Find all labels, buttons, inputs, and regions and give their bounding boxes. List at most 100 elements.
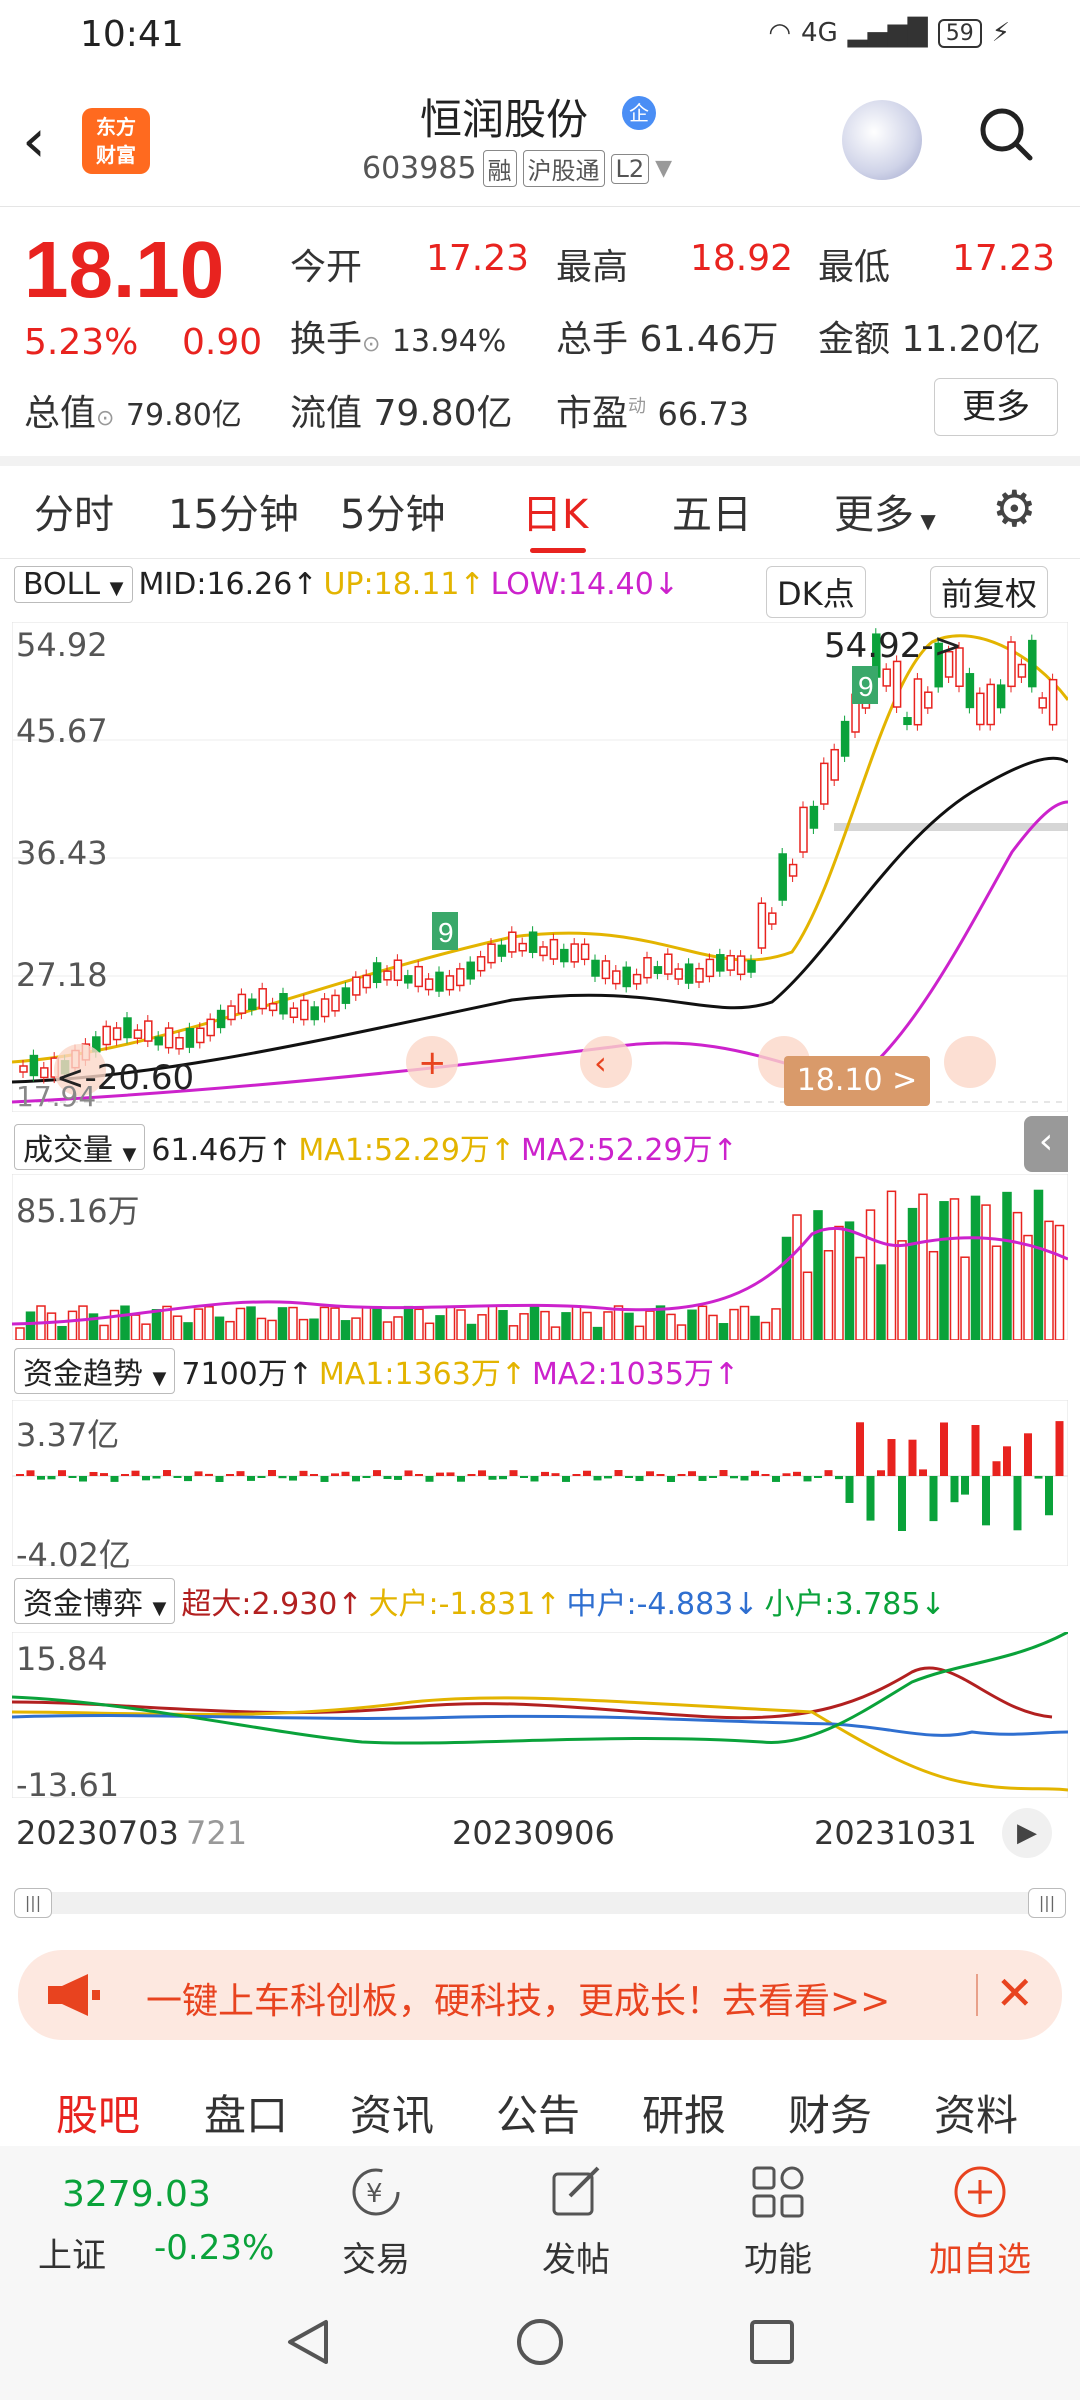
candle-body [112, 1027, 122, 1041]
volume-bar [834, 1225, 844, 1340]
fund-trend-chart [12, 1400, 1068, 1566]
float-cap: 流值 79.80亿 [290, 384, 513, 436]
adjust-mode-toggle[interactable]: 前复权 [930, 566, 1049, 618]
fund-trend-bar [236, 1471, 245, 1476]
tab-finance[interactable]: 财务 [788, 2082, 872, 2143]
fund-trend-bar [593, 1476, 602, 1481]
promo-banner[interactable]: 一键上车科创板，硬科技，更成长！去看看>> ✕ [18, 1950, 1062, 2040]
fund-trend-bar [278, 1476, 287, 1479]
volume-bar [193, 1308, 204, 1340]
fund-trend-bar [184, 1476, 192, 1482]
boll-selector[interactable]: BOLL ▼ [14, 566, 133, 603]
tab-daily-k[interactable]: 日K [522, 482, 588, 540]
candle-body [518, 942, 527, 952]
trade-icon[interactable]: ¥ [346, 2162, 406, 2222]
add-watchlist-label[interactable]: 加自选 [920, 2232, 1040, 2281]
volume-selector[interactable]: 成交量 ▼ [14, 1124, 146, 1170]
tab-profile[interactable]: 资料 [934, 2082, 1018, 2143]
candle-body [757, 902, 767, 949]
post-icon[interactable] [546, 2162, 606, 2222]
tab-forum[interactable]: 股吧 [56, 2082, 140, 2143]
kline-axis-y2: 45.67 [16, 712, 108, 750]
volume-bar [46, 1312, 57, 1340]
candle-body [476, 956, 486, 972]
dk-point-toggle[interactable]: DK点 [766, 566, 866, 618]
volume-bar [907, 1207, 918, 1340]
close-icon[interactable]: ✕ [995, 1966, 1034, 2020]
volume-bar [351, 1317, 361, 1340]
high-label: 最高 [556, 247, 629, 288]
assistant-robot-avatar[interactable] [842, 100, 922, 180]
fund-trend-bar [583, 1470, 591, 1476]
fund-trend-bar [100, 1473, 108, 1476]
fund-trend-bar [331, 1473, 339, 1476]
enterprise-badge: 企 [622, 96, 656, 130]
features-label[interactable]: 功能 [718, 2232, 838, 2281]
fund-trend-bar [898, 1476, 906, 1531]
current-price-badge[interactable]: 18.10 > [784, 1056, 930, 1106]
volume-ma2: MA2:52.29万↑ [521, 1133, 738, 1168]
tab-more[interactable]: 更多 ▼ [834, 482, 936, 540]
fund-trend-bar [415, 1474, 423, 1476]
range-slider[interactable]: ||| ||| [14, 1888, 1066, 1918]
change-amount: 0.90 [182, 322, 263, 363]
range-handle-right[interactable]: ||| [1028, 1888, 1066, 1918]
back-icon[interactable]: ‹ [22, 106, 46, 176]
status-bar: 10:41 ◠ 4G ▂▄▆█ 59 ⚡ [0, 0, 1080, 72]
kline-max-label: 54.92-> [824, 626, 963, 666]
trade-label[interactable]: 交易 [316, 2232, 436, 2281]
zoom-icon[interactable] [944, 1036, 996, 1088]
add-watchlist-icon[interactable] [950, 2162, 1010, 2222]
candle-body [466, 961, 475, 980]
volume-bar [403, 1305, 414, 1340]
system-back-icon[interactable] [282, 2316, 334, 2368]
fund-trend-bar [173, 1476, 182, 1478]
last-price: 18.10 [24, 225, 225, 314]
status-time: 10:41 [80, 14, 184, 55]
tab-15min[interactable]: 15分钟 [168, 482, 299, 540]
tab-intraday[interactable]: 分时 [34, 482, 114, 540]
fund-trend-bar [656, 1474, 665, 1476]
tab-5min[interactable]: 5分钟 [340, 482, 445, 540]
fund-trend-selector[interactable]: 资金趋势 ▼ [14, 1348, 176, 1394]
amount-stat: 金额 11.20亿 [818, 310, 1041, 362]
fund-trend-bar [467, 1474, 476, 1476]
tab-orderbook[interactable]: 盘口 [204, 2082, 288, 2143]
megaphone-icon [48, 1974, 100, 2016]
system-home-icon[interactable] [514, 2316, 566, 2368]
range-handle-left[interactable]: ||| [14, 1888, 52, 1918]
candle-body [1007, 641, 1016, 688]
index-value[interactable]: 3279.03 [62, 2174, 211, 2215]
volume-bar [382, 1321, 393, 1340]
volume-bar [214, 1316, 225, 1340]
fund-trend-bar [509, 1470, 518, 1476]
app-logo[interactable]: 东方 财富 [82, 108, 150, 174]
candle-body [362, 974, 371, 989]
tab-announcements[interactable]: 公告 [496, 2082, 580, 2143]
low-value: 17.23 [952, 238, 1056, 279]
search-icon[interactable] [978, 106, 1034, 162]
gear-icon[interactable]: ⚙ [992, 480, 1037, 538]
date-label-1: 20230703 [16, 1814, 179, 1852]
candle-body [216, 1009, 226, 1029]
volume-bar [498, 1310, 508, 1340]
kline-chart[interactable]: 9 9 + ‹ [12, 622, 1068, 1112]
candle-body [539, 946, 548, 957]
panel-collapse-icon[interactable]: ‹ [1024, 1116, 1068, 1172]
stock-code-line[interactable]: 603985 融 沪股通 L2 ▼ [362, 150, 672, 187]
system-recents-icon[interactable] [746, 2316, 798, 2368]
tab-news[interactable]: 资讯 [350, 2082, 434, 2143]
candle-body [268, 1003, 278, 1012]
tab-research[interactable]: 研报 [642, 2082, 726, 2143]
volume-bar [550, 1326, 561, 1340]
scroll-end-icon[interactable]: ▶ [1002, 1808, 1052, 1858]
features-icon[interactable] [748, 2162, 808, 2222]
post-label[interactable]: 发帖 [516, 2232, 636, 2281]
more-stats-button[interactable]: 更多 [934, 378, 1058, 436]
tab-five-day[interactable]: 五日 [672, 482, 752, 540]
fund-game-selector[interactable]: 资金博弈 ▼ [14, 1578, 176, 1624]
tag-level2: L2 [610, 153, 650, 184]
volume-bar [655, 1305, 666, 1340]
fund-trend-bar [26, 1470, 35, 1476]
fund-trend-bar [940, 1422, 948, 1476]
